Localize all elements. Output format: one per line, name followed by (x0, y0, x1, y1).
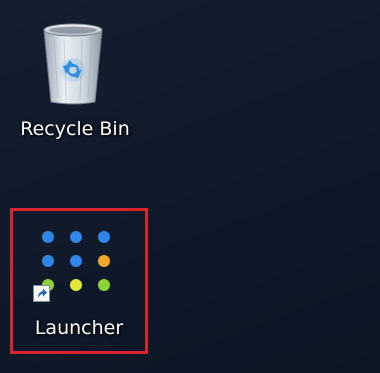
dot-blue (98, 231, 110, 243)
dot-blue (42, 255, 54, 267)
recycle-bin-icon (43, 23, 103, 105)
launcher-shortcut[interactable]: Launcher (10, 208, 148, 354)
launcher-dots-icon (42, 231, 110, 295)
dot-blue (42, 231, 54, 243)
recycle-bin-label: Recycle Bin (20, 118, 130, 140)
dot-green (98, 279, 110, 291)
recycle-bin-shortcut[interactable]: Recycle Bin (10, 14, 140, 154)
dot-orange (98, 255, 110, 267)
dot-blue (70, 255, 82, 267)
shortcut-arrow-icon (33, 285, 50, 302)
dot-yellow (70, 279, 82, 291)
dot-blue (70, 231, 82, 243)
launcher-label: Launcher (34, 317, 124, 339)
desktop[interactable]: Recycle Bin Launcher (0, 0, 380, 373)
